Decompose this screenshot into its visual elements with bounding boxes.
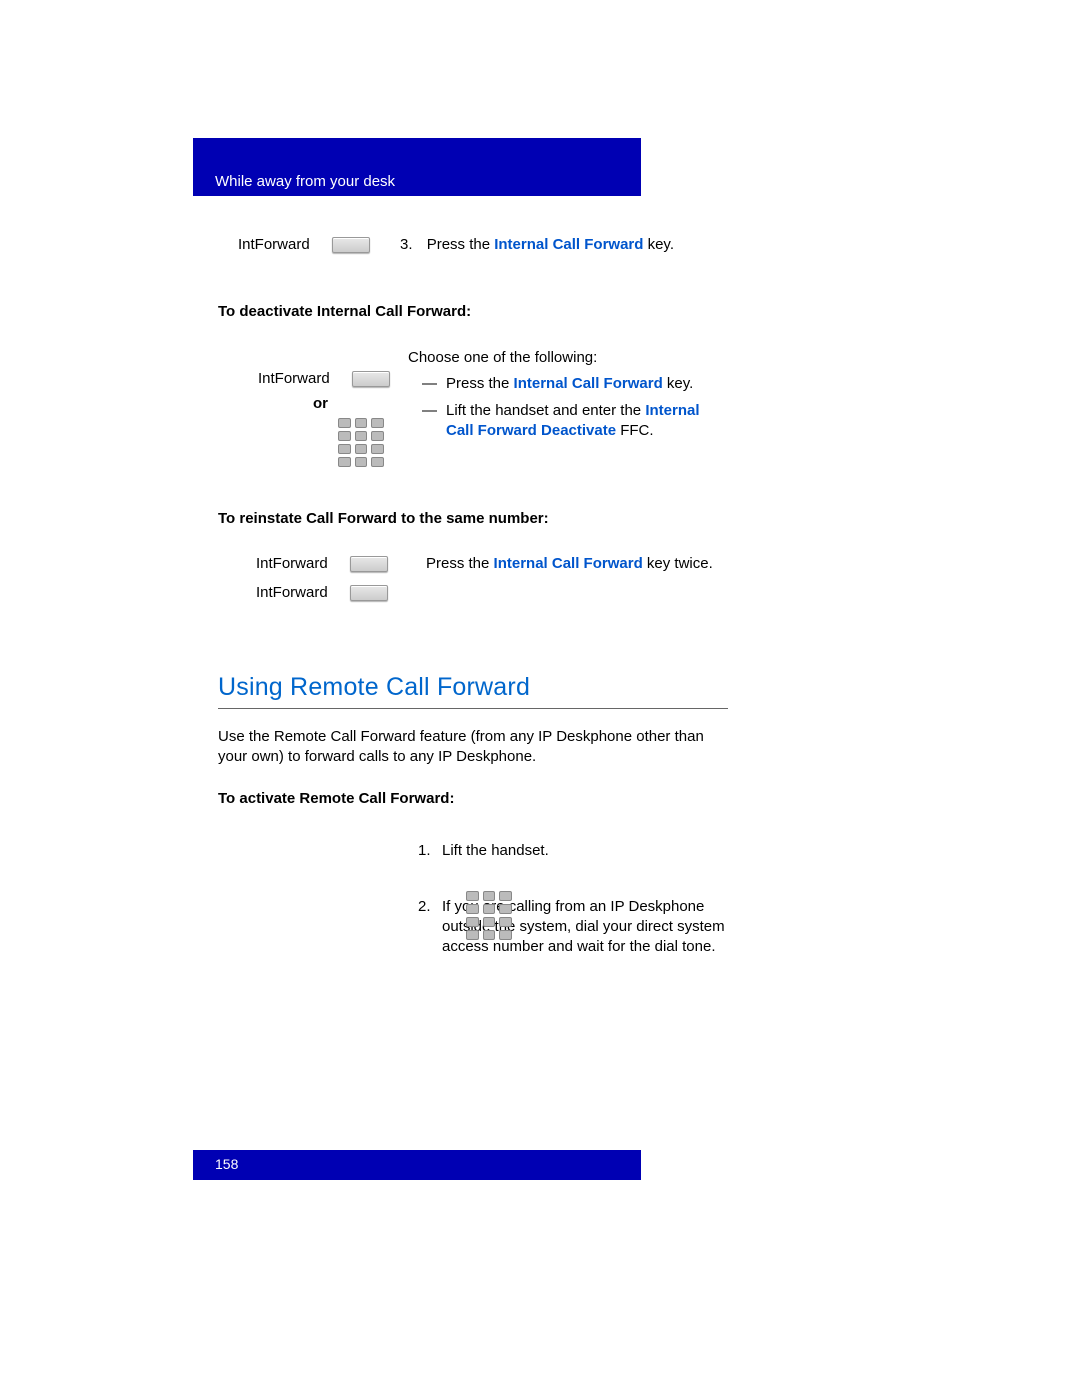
internal-call-forward-link: Internal Call Forward [494,236,643,253]
activate-heading: To activate Remote Call Forward: [218,790,728,807]
softkey-row-2: IntForward [256,584,426,601]
footer-bar: 158 [193,1150,641,1180]
keypad-icon [466,891,512,943]
step-number: 3. [400,236,413,253]
softkey-label: IntForward [256,555,336,572]
step-3-row: IntForward 3. Press the Internal Call Fo… [238,236,728,253]
softkey-label: IntForward [256,584,336,601]
softkey-row: IntForward [258,370,408,387]
opt2-prefix: Lift the handset and enter the [446,402,645,419]
list-item-1: 1. Lift the handset. [418,841,728,861]
reinstate-prefix: Press the [426,555,494,572]
softkey-button-icon [350,556,388,572]
opt2-suffix: FFC. [616,422,654,439]
item-number: 2. [418,897,442,958]
reinstate-left-column: IntForward IntForward [256,555,426,613]
step-3-text: 3. Press the Internal Call Forward key. [400,236,674,253]
item-number: 1. [418,841,442,861]
opt1-prefix: Press the [446,375,514,392]
reinstate-heading: To reinstate Call Forward to the same nu… [218,510,728,527]
item-text: Lift the handset. [442,841,728,861]
softkey-button-icon [352,371,390,387]
list-item-2: 2. If you are calling from an IP Deskpho… [418,897,728,958]
or-label: or [313,395,408,412]
section-title: Using Remote Call Forward [218,673,728,702]
activate-list: 1. Lift the handset. 2. If you are calli… [418,841,728,958]
softkey-button-icon [332,237,370,253]
document-page: While away from your desk IntForward 3. … [0,0,1080,1397]
step-prefix: Press the [427,236,495,253]
step-suffix: key. [643,236,674,253]
reinstate-suffix: key twice. [643,555,713,572]
deactivate-block: IntForward or Choose one of the followin… [218,348,728,470]
header-bar: While away from your desk [193,138,641,196]
keypad-icon [338,418,384,467]
deactivate-right-column: Choose one of the following: Press the I… [408,348,728,470]
activate-block: 1. Lift the handset. 2. If you are calli… [218,841,728,958]
option-2: Lift the handset and enter the Internal … [408,401,728,442]
section-divider [218,708,728,709]
softkey-label: IntForward [238,236,318,253]
deactivate-heading: To deactivate Internal Call Forward: [218,303,728,320]
opt1-suffix: key. [663,375,694,392]
choose-text: Choose one of the following: [408,348,728,368]
deactivate-left-column: IntForward or [218,348,408,470]
option-1: Press the Internal Call Forward key. [408,374,728,394]
softkey-label: IntForward [258,370,338,387]
page-content: IntForward 3. Press the Internal Call Fo… [218,236,728,994]
reinstate-text: Press the Internal Call Forward key twic… [426,555,728,613]
header-title: While away from your desk [215,173,395,190]
section-paragraph: Use the Remote Call Forward feature (fro… [218,727,728,768]
softkey-row-1: IntForward [256,555,426,572]
page-number: 158 [215,1156,238,1172]
softkey-button-icon [350,585,388,601]
internal-call-forward-link: Internal Call Forward [494,555,643,572]
internal-call-forward-link: Internal Call Forward [514,375,663,392]
reinstate-block: IntForward IntForward Press the Internal… [256,555,728,613]
